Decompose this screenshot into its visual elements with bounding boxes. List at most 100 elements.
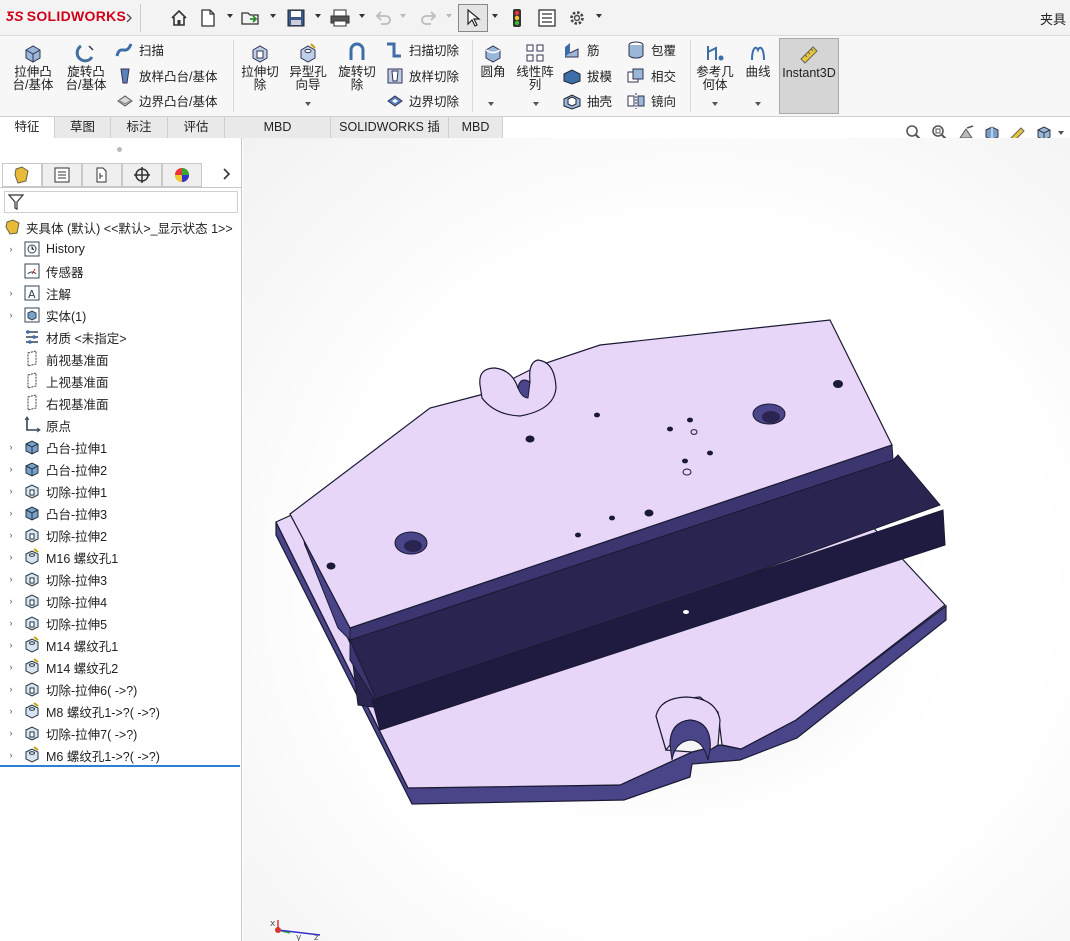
linear-pattern-dropdown-icon[interactable] <box>533 102 539 106</box>
tree-item-extrude-feature[interactable]: › 凸台-拉伸3 <box>0 502 240 524</box>
tree-item-plane[interactable]: 前视基准面 <box>0 348 240 370</box>
menu-expand-icon[interactable] <box>125 7 133 29</box>
rib-button[interactable]: 筋 <box>562 40 600 59</box>
expand-arrow-icon[interactable]: › <box>0 574 22 584</box>
expand-arrow-icon[interactable]: › <box>0 508 22 518</box>
expand-arrow-icon[interactable]: › <box>0 684 22 694</box>
tree-item-cut-feature[interactable]: › 切除-拉伸1 <box>0 480 240 502</box>
tab-evaluate[interactable]: 评估 <box>168 117 225 139</box>
options-dropdown-icon[interactable] <box>596 14 602 18</box>
home-icon[interactable] <box>168 7 190 29</box>
reference-geometry-dropdown-icon[interactable] <box>712 102 718 106</box>
panel-grip[interactable] <box>117 147 122 152</box>
tree-item-hole-feature[interactable]: › M16 螺纹孔1 <box>0 546 240 568</box>
expand-arrow-icon[interactable]: › <box>0 486 22 496</box>
expand-arrow-icon[interactable]: › <box>0 552 22 562</box>
shell-button[interactable]: 抽壳 <box>562 91 612 110</box>
select-icon[interactable] <box>458 4 488 32</box>
new-dropdown-icon[interactable] <box>227 14 233 18</box>
property-manager-tab[interactable] <box>42 163 82 187</box>
display-manager-tab[interactable] <box>162 163 202 187</box>
loft-cut-button[interactable]: 放样切除 <box>386 66 459 85</box>
tree-item-hole-feature[interactable]: › M14 螺纹孔1 <box>0 634 240 656</box>
graphics-area[interactable]: x y z <box>243 138 1070 941</box>
expand-arrow-icon[interactable]: › <box>0 310 22 320</box>
tree-item-annotation[interactable]: › A 注解 <box>0 282 240 304</box>
tab-features[interactable]: 特征 <box>0 117 55 139</box>
undo-dropdown-icon[interactable] <box>400 14 406 18</box>
tree-item-hole-feature[interactable]: › M6 螺纹孔1->?( ->?) <box>0 744 240 766</box>
more-tabs-icon[interactable] <box>222 167 236 183</box>
expand-arrow-icon[interactable]: › <box>0 464 22 474</box>
hole-wizard-dropdown-icon[interactable] <box>305 102 311 106</box>
tree-item-hole-feature[interactable]: › M14 螺纹孔2 <box>0 656 240 678</box>
tree-item-cut-feature[interactable]: › 切除-拉伸4 <box>0 590 240 612</box>
tab-markup[interactable]: 标注 <box>111 117 168 139</box>
extrude-cut-button[interactable]: 拉伸切 除 <box>237 42 283 92</box>
feature-manager-tab[interactable] <box>2 163 42 187</box>
expand-arrow-icon[interactable]: › <box>0 288 22 298</box>
expand-arrow-icon[interactable]: › <box>0 244 22 254</box>
print-dropdown-icon[interactable] <box>359 14 365 18</box>
save-dropdown-icon[interactable] <box>315 14 321 18</box>
tree-item-extrude-feature[interactable]: › 凸台-拉伸1 <box>0 436 240 458</box>
hole-wizard-button[interactable]: 异型孔 向导 <box>285 42 331 92</box>
tree-filter-box[interactable] <box>4 191 238 213</box>
tree-item-cut-feature[interactable]: › 切除-拉伸7( ->?) <box>0 722 240 744</box>
rebuild-icon[interactable] <box>506 7 528 29</box>
tree-item-plane[interactable]: 上视基准面 <box>0 370 240 392</box>
expand-arrow-icon[interactable]: › <box>0 706 22 716</box>
intersect-button[interactable]: 相交 <box>626 66 676 85</box>
save-icon[interactable] <box>285 7 307 29</box>
sweep-cut-button[interactable]: 扫描切除 <box>384 40 459 59</box>
tree-item-material[interactable]: 材质 <未指定> <box>0 326 240 348</box>
view-orientation-dropdown-icon[interactable] <box>1058 131 1064 135</box>
expand-arrow-icon[interactable]: › <box>0 662 22 672</box>
undo-icon[interactable] <box>372 7 394 29</box>
tree-item-hole-feature[interactable]: › M8 螺纹孔1->?( ->?) <box>0 700 240 722</box>
boundary-boss-button[interactable]: 边界凸台/基体 <box>116 91 217 110</box>
expand-arrow-icon[interactable]: › <box>0 596 22 606</box>
boundary-cut-button[interactable]: 边界切除 <box>386 91 459 110</box>
tree-item-plane[interactable]: 右视基准面 <box>0 392 240 414</box>
expand-arrow-icon[interactable]: › <box>0 442 22 452</box>
expand-arrow-icon[interactable]: › <box>0 530 22 540</box>
solidworks-logo[interactable]: ƼS SOLIDWORKS <box>6 8 126 24</box>
tab-mbd-dimensions[interactable]: MBD Dimensions <box>225 117 331 155</box>
tree-item-origin[interactable]: 原点 <box>0 414 240 436</box>
expand-arrow-icon[interactable]: › <box>0 640 22 650</box>
tree-item-extrude-feature[interactable]: › 凸台-拉伸2 <box>0 458 240 480</box>
new-document-icon[interactable] <box>197 7 219 29</box>
revolve-boss-button[interactable]: 旋转凸 台/基体 <box>61 42 111 92</box>
tab-solidworks-addins[interactable]: SOLIDWORKS 插件 <box>331 117 449 155</box>
linear-pattern-button[interactable]: 线性阵 列 <box>512 42 558 92</box>
dimxpert-manager-tab[interactable] <box>122 163 162 187</box>
open-dropdown-icon[interactable] <box>270 14 276 18</box>
mirror-button[interactable]: 镜向 <box>626 91 676 110</box>
configuration-manager-tab[interactable] <box>82 163 122 187</box>
reference-geometry-button[interactable]: 参考几 何体 <box>692 42 738 92</box>
redo-dropdown-icon[interactable] <box>446 14 452 18</box>
file-properties-icon[interactable] <box>536 7 558 29</box>
tree-item-cut-feature[interactable]: › 切除-拉伸2 <box>0 524 240 546</box>
curves-dropdown-icon[interactable] <box>755 102 761 106</box>
expand-arrow-icon[interactable]: › <box>0 618 22 628</box>
expand-arrow-icon[interactable]: › <box>0 750 22 760</box>
select-dropdown-icon[interactable] <box>492 14 498 18</box>
curves-button[interactable]: 曲线 <box>740 42 776 79</box>
tree-item-cut-feature[interactable]: › 切除-拉伸3 <box>0 568 240 590</box>
open-icon[interactable] <box>240 7 262 29</box>
tree-item-cut-feature[interactable]: › 切除-拉伸6( ->?) <box>0 678 240 700</box>
tree-item-solid-bodies[interactable]: › 实体(1) <box>0 304 240 326</box>
fillet-button[interactable]: 圆角 <box>476 42 510 79</box>
fillet-dropdown-icon[interactable] <box>488 102 494 106</box>
boss-extrude-button[interactable]: 拉伸凸 台/基体 <box>8 42 58 92</box>
print-icon[interactable] <box>329 7 351 29</box>
instant3d-button[interactable]: Instant3D <box>779 38 839 114</box>
tab-mbd[interactable]: MBD <box>449 117 503 139</box>
options-icon[interactable] <box>566 7 588 29</box>
sweep-button[interactable]: 扫描 <box>114 40 164 59</box>
tree-item-history[interactable]: › History <box>0 238 240 260</box>
tree-root[interactable]: 夹具体 (默认) <<默认>_显示状态 1>> <box>4 218 242 236</box>
expand-arrow-icon[interactable]: › <box>0 728 22 738</box>
